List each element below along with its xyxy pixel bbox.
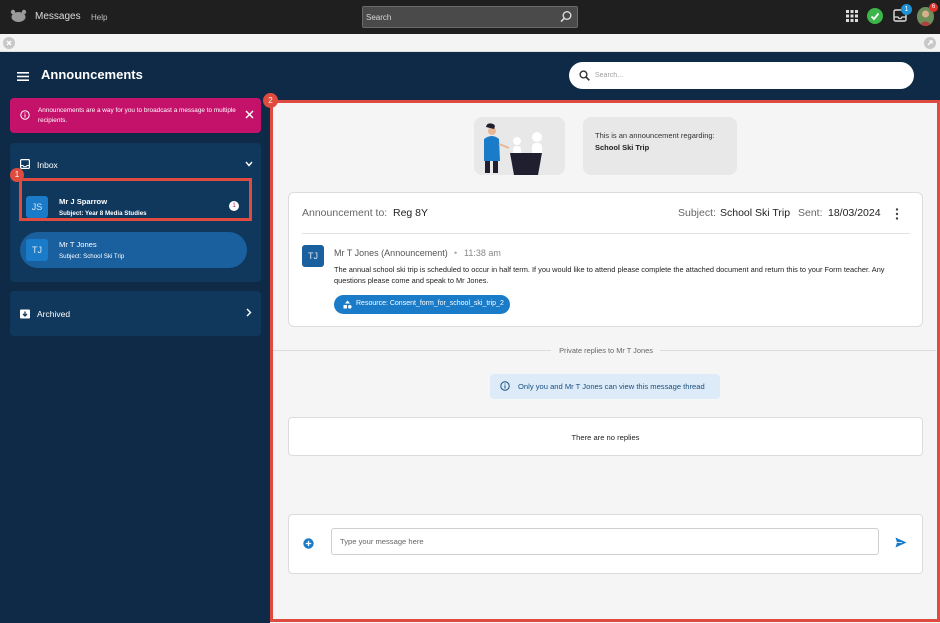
about-topic: School Ski Trip xyxy=(595,143,650,152)
sent-label: Sent: xyxy=(798,207,823,219)
global-search xyxy=(362,6,578,28)
help-link[interactable]: Help xyxy=(91,13,107,22)
window-strip xyxy=(0,34,940,52)
announcement-search xyxy=(569,62,914,89)
sender-avatar: TJ xyxy=(302,245,324,267)
about-label: This is an announcement regarding: xyxy=(595,131,715,140)
archived-panel[interactable]: Archived xyxy=(10,291,261,336)
expand-icon[interactable] xyxy=(924,37,936,49)
inbox-icon xyxy=(20,159,30,169)
announcement-search-input[interactable] xyxy=(595,67,895,84)
avatar: TJ xyxy=(26,239,48,261)
global-search-input[interactable] xyxy=(363,7,553,27)
sender-name: Mr T Jones (Announcement) xyxy=(334,248,448,258)
divider xyxy=(273,350,551,351)
announcement-body: The annual school ski trip is scheduled … xyxy=(334,265,885,285)
subject-label: Subject: xyxy=(678,207,716,219)
close-icon[interactable] xyxy=(245,110,254,119)
alert-count-badge: 6 xyxy=(929,3,938,12)
sender-name: Mr T Jones xyxy=(59,240,97,249)
search-icon xyxy=(579,70,590,81)
resource-label: Resource: Consent_form_for_school_ski_tr… xyxy=(356,300,504,307)
empty-replies-text: There are no replies xyxy=(571,433,640,442)
private-replies-label: Private replies to Mr T Jones xyxy=(559,346,653,355)
inbox-item-jones[interactable]: TJ Mr T Jones Subject: School Ski Trip xyxy=(20,232,247,268)
resource-icon xyxy=(343,300,352,309)
archived-title: Archived xyxy=(37,309,71,319)
send-icon[interactable] xyxy=(895,537,907,548)
close-icon[interactable] xyxy=(3,37,15,49)
chevron-right-icon[interactable] xyxy=(246,308,252,317)
message-time: 11:38 am xyxy=(464,248,501,258)
info-icon xyxy=(20,110,30,120)
page-title: Announcements xyxy=(41,67,143,82)
message-subject: Subject: School Ski Trip xyxy=(59,253,125,260)
info-icon xyxy=(500,381,510,391)
reply-composer xyxy=(288,514,923,574)
alert-text: Announcements are a way for you to broad… xyxy=(38,107,236,124)
sent-date: 18/03/2024 xyxy=(828,207,881,219)
resource-attachment-button[interactable]: Resource: Consent_form_for_school_ski_tr… xyxy=(334,295,510,314)
recipient-label: Announcement to: xyxy=(302,207,388,219)
annotation-marker-2: 2 xyxy=(263,93,278,108)
presenter-illustration-icon xyxy=(484,123,542,175)
app-logo-icon[interactable] xyxy=(10,9,27,23)
inbox-title[interactable]: Inbox xyxy=(37,160,58,170)
subject-value: School Ski Trip xyxy=(720,207,791,219)
annotation-marker-1: 1 xyxy=(10,168,24,182)
privacy-text: Only you and Mr T Jones can view this me… xyxy=(518,382,705,391)
highlight-box-selected-item xyxy=(19,178,252,221)
separator-dot: • xyxy=(454,248,458,258)
recipient-value: Reg 8Y xyxy=(393,207,429,219)
replies-empty-state: There are no replies xyxy=(288,417,923,456)
top-bar: Messages Help 1 6 xyxy=(0,0,940,34)
app-name[interactable]: Messages xyxy=(35,11,81,22)
add-attachment-icon[interactable] xyxy=(303,538,314,549)
info-alert-banner: Announcements are a way for you to broad… xyxy=(10,98,261,133)
privacy-notice: Only you and Mr T Jones can view this me… xyxy=(490,374,720,399)
notification-count-badge: 1 xyxy=(901,4,912,15)
announcement-card: Announcement to: Reg 8Y Subject: School … xyxy=(288,192,923,327)
archive-icon xyxy=(20,309,30,319)
more-options-icon[interactable] xyxy=(895,208,899,220)
chevron-down-icon[interactable] xyxy=(245,161,253,167)
announcement-about-card: This is an announcement regarding: Schoo… xyxy=(583,117,737,175)
divider xyxy=(660,350,936,351)
divider xyxy=(302,233,910,234)
status-check-icon[interactable] xyxy=(867,8,883,24)
apps-grid-icon[interactable] xyxy=(846,10,858,22)
reply-message-input[interactable] xyxy=(331,528,879,555)
hamburger-menu-icon[interactable] xyxy=(17,72,29,81)
announcement-illustration xyxy=(474,117,565,175)
search-icon[interactable] xyxy=(559,10,573,24)
